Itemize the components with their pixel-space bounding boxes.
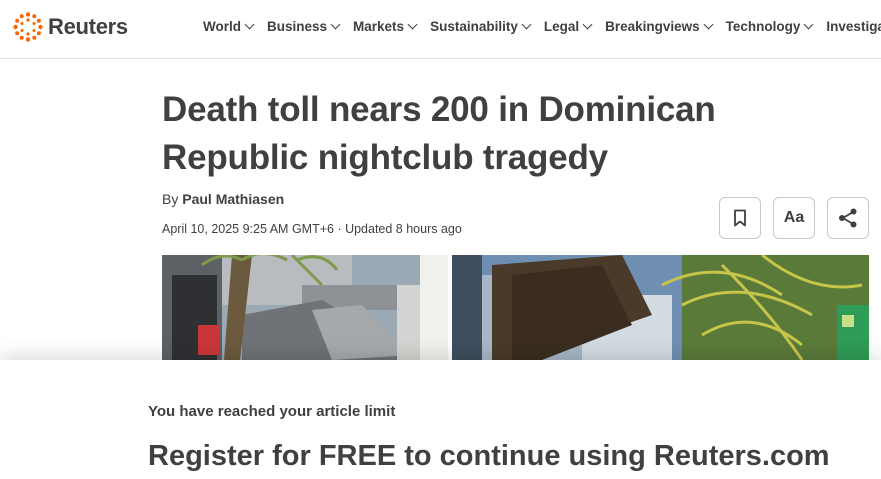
text-size-button[interactable]: Aa bbox=[773, 197, 815, 239]
lead-photo[interactable] bbox=[162, 255, 869, 360]
byline: By Paul Mathiasen bbox=[162, 191, 284, 207]
nightclub-scene-image bbox=[162, 255, 869, 360]
bookmark-icon bbox=[734, 209, 746, 227]
article-dateline: April 10, 2025 9:25 AM GMT+6 · Updated 8… bbox=[162, 222, 462, 236]
chevron-down-icon bbox=[330, 19, 341, 30]
nav-item-label: Investigat bbox=[826, 19, 881, 34]
reuters-logo-icon bbox=[13, 12, 43, 42]
chevron-down-icon bbox=[407, 19, 418, 30]
share-button[interactable] bbox=[827, 197, 869, 239]
nav-item-legal[interactable]: Legal bbox=[543, 19, 593, 34]
paywall-banner: You have reached your article limit Regi… bbox=[0, 360, 881, 479]
nav-item-label: Legal bbox=[543, 19, 580, 34]
nav-item-label: Markets bbox=[353, 19, 405, 34]
nav-item-label: Technology bbox=[725, 19, 801, 34]
nav-item-label: Breakingviews bbox=[605, 19, 700, 34]
site-header: Reuters World Business Markets Sustainab… bbox=[0, 0, 881, 59]
nav-item-sustainability[interactable]: Sustainability bbox=[430, 19, 532, 34]
nav-item-markets[interactable]: Markets bbox=[353, 19, 418, 34]
nav-item-label: World bbox=[203, 19, 241, 34]
reuters-logo[interactable]: Reuters bbox=[12, 11, 128, 43]
chevron-down-icon bbox=[582, 19, 593, 30]
share-icon bbox=[839, 208, 857, 228]
nav-item-business[interactable]: Business bbox=[267, 19, 341, 34]
chevron-down-icon bbox=[244, 19, 255, 30]
nav-item-technology[interactable]: Technology bbox=[725, 19, 814, 34]
nav-item-label: Business bbox=[267, 19, 328, 34]
nav-item-investigations[interactable]: Investigat bbox=[826, 19, 881, 34]
chevron-down-icon bbox=[521, 19, 532, 30]
main-nav: World Business Markets Sustainability Le… bbox=[203, 19, 881, 34]
article-headline: Death toll nears 200 in Dominican Republ… bbox=[162, 90, 716, 177]
save-article-button[interactable] bbox=[719, 197, 761, 239]
author-link[interactable]: Paul Mathiasen bbox=[182, 191, 284, 207]
nav-item-breakingviews[interactable]: Breakingviews bbox=[605, 19, 714, 34]
nav-item-label: Sustainability bbox=[430, 19, 518, 34]
chevron-down-icon bbox=[803, 19, 814, 30]
article-limit-message: You have reached your article limit bbox=[148, 403, 396, 420]
byline-prefix: By bbox=[162, 191, 179, 207]
nav-item-world[interactable]: World bbox=[203, 19, 255, 34]
chevron-down-icon bbox=[703, 19, 714, 30]
register-heading: Register for FREE to continue using Reut… bbox=[148, 440, 830, 472]
logo-wordmark: Reuters bbox=[48, 14, 128, 39]
